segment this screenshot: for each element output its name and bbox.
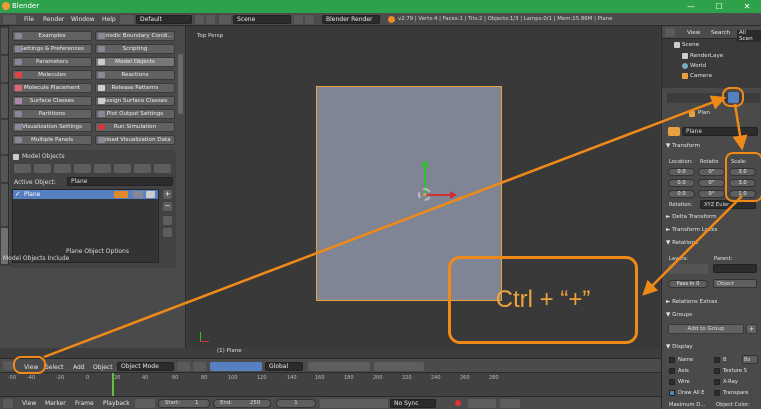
highlight-object-tab <box>722 87 744 107</box>
highlight-view-menu <box>13 356 46 374</box>
shortcut-callout: Ctrl + “+” <box>448 256 638 344</box>
arrow-scale-to-callout <box>642 195 743 296</box>
highlight-scale-fields <box>725 152 761 202</box>
annotation-arrows <box>43 95 748 359</box>
arrow-tab-to-scale <box>732 103 748 151</box>
